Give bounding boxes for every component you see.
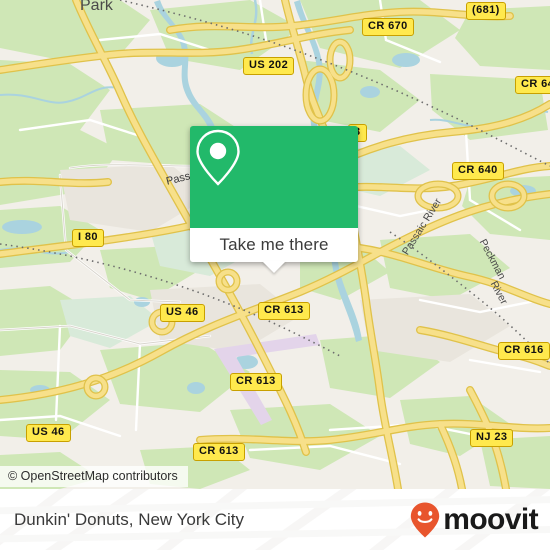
footer-bar: Dunkin' Donuts, New York City moovit [0,489,550,550]
road-shield-us46-a[interactable]: US 46 [160,304,205,322]
road-shield-681[interactable]: (681) [466,2,506,20]
place-popup-card[interactable]: Take me there [190,126,358,273]
map-screenshot-root: .pk{fill:#cfe7b6} .pk2{fill:#d8ead9} .wt… [0,0,550,550]
map-canvas[interactable]: .pk{fill:#cfe7b6} .pk2{fill:#d8ead9} .wt… [0,0,550,489]
road-shield-cr613-c[interactable]: CR 613 [193,443,245,461]
moovit-wordmark: moovit [443,502,538,536]
map-pin-icon [196,129,240,186]
osm-attribution[interactable]: © OpenStreetMap contributors [0,466,188,487]
popup-header [190,126,358,228]
road-shield-cr640[interactable]: CR 640 [452,162,504,180]
moovit-smiley-pin-icon [411,502,440,537]
road-shield-cr613-a[interactable]: CR 613 [258,302,310,320]
popup-pointer-tip [262,261,286,273]
road-shield-nj23[interactable]: NJ 23 [470,429,514,447]
place-title: Dunkin' Donuts, New York City [14,509,245,529]
road-shield-cr644[interactable]: CR 644 [515,76,550,94]
road-shield-us46-b[interactable]: US 46 [26,424,71,442]
road-shield-cr616[interactable]: CR 616 [498,342,550,360]
take-me-there-label: Take me there [219,235,329,254]
moovit-logo[interactable]: moovit [409,501,539,539]
map-label-park: Park [80,0,113,14]
road-shield-us202[interactable]: US 202 [243,57,295,75]
road-shield-cr613-b[interactable]: CR 613 [230,373,282,391]
road-shield-i80[interactable]: I 80 [72,229,104,247]
popup-footer[interactable]: Take me there [190,228,358,273]
road-shield-cr670[interactable]: CR 670 [362,18,414,36]
